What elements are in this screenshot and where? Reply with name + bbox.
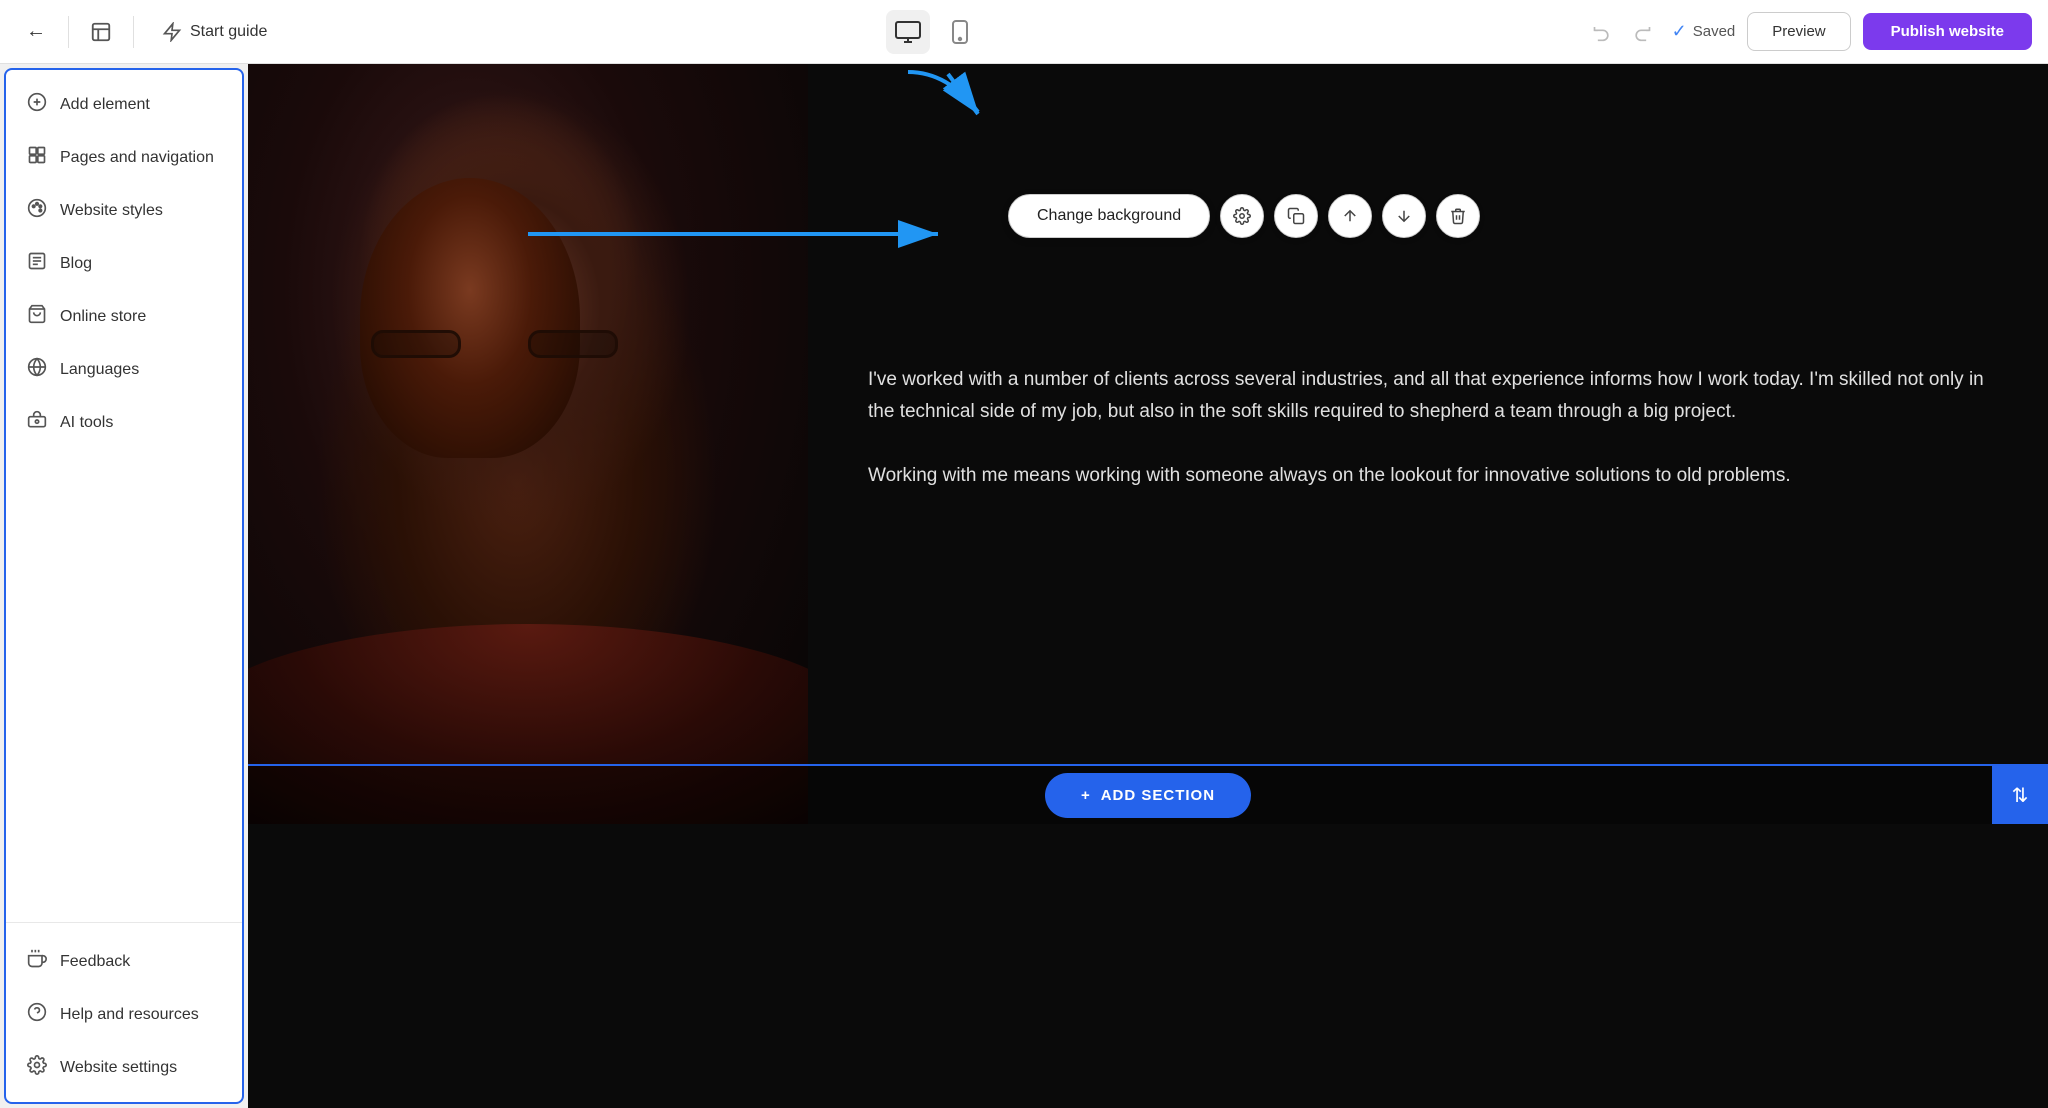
topbar-center — [291, 10, 1575, 54]
scroll-icon: ⇅ — [2012, 783, 2029, 808]
sidebar-bottom: Feedback Help and resources — [6, 922, 242, 1102]
arrow-down-icon — [1395, 207, 1413, 225]
bottom-section — [248, 824, 2048, 1108]
pages-navigation-label: Pages and navigation — [60, 149, 214, 167]
topbar: ← Start guide — [0, 0, 2048, 64]
palette-icon — [26, 198, 48, 223]
hero-text-area: I've worked with a number of clients acr… — [808, 324, 2048, 565]
start-guide-button[interactable]: Start guide — [146, 14, 283, 50]
hero-text-1: I've worked with a number of clients acr… — [868, 364, 1988, 429]
page-canvas: I've worked with a number of clients acr… — [248, 64, 2048, 1108]
desktop-device-button[interactable] — [886, 10, 930, 54]
sidebar-item-feedback[interactable]: Feedback — [6, 935, 242, 988]
start-guide-label: Start guide — [190, 23, 267, 41]
back-icon: ← — [26, 20, 46, 43]
sidebar-item-pages-navigation[interactable]: Pages and navigation — [6, 131, 242, 184]
website-settings-label: Website settings — [60, 1059, 177, 1077]
help-icon — [26, 1002, 48, 1027]
add-section-plus: + — [1081, 787, 1091, 804]
sidebar-item-online-store[interactable]: Online store — [6, 290, 242, 343]
layout-icon-button[interactable] — [81, 12, 121, 52]
online-store-label: Online store — [60, 308, 146, 326]
floating-toolbar: Change background — [1008, 194, 1480, 238]
sidebar-item-blog[interactable]: Blog — [6, 237, 242, 290]
sidebar-item-add-element[interactable]: Add element — [6, 78, 242, 131]
mobile-icon — [952, 20, 968, 44]
hero-section[interactable]: I've worked with a number of clients acr… — [248, 64, 2048, 824]
rocket-icon — [162, 22, 182, 42]
trash-icon — [1449, 207, 1467, 225]
hero-person-photo — [248, 64, 808, 824]
section-settings-button[interactable] — [1220, 194, 1264, 238]
sidebar-item-languages[interactable]: Languages — [6, 343, 242, 396]
add-section-button[interactable]: + ADD SECTION — [1045, 773, 1251, 818]
face-shape — [360, 178, 580, 458]
scroll-indicator: ⇅ — [1992, 766, 2048, 824]
topbar-divider-2 — [133, 16, 134, 48]
plus-circle-icon — [26, 92, 48, 117]
sidebar: Add element Pages and navigation — [4, 68, 244, 1104]
settings-icon — [26, 1055, 48, 1080]
duplicate-section-button[interactable] — [1274, 194, 1318, 238]
main-layout: Add element Pages and navigation — [0, 64, 2048, 1108]
sidebar-nav: Add element Pages and navigation — [6, 70, 242, 922]
desktop-icon — [895, 21, 921, 43]
add-section-bar: + ADD SECTION ⇅ — [248, 764, 2048, 824]
glasses-left — [371, 330, 461, 358]
add-element-label: Add element — [60, 96, 150, 114]
undo-button[interactable] — [1584, 14, 1620, 50]
change-background-button[interactable]: Change background — [1008, 194, 1210, 238]
sidebar-item-website-styles[interactable]: Website styles — [6, 184, 242, 237]
glasses-right — [528, 330, 618, 358]
blog-icon — [26, 251, 48, 276]
help-label: Help and resources — [60, 1006, 199, 1024]
delete-section-button[interactable] — [1436, 194, 1480, 238]
store-icon — [26, 304, 48, 329]
undo-redo-group — [1584, 14, 1660, 50]
publish-button[interactable]: Publish website — [1863, 13, 2032, 50]
topbar-left: ← Start guide — [16, 12, 283, 52]
ai-tools-icon — [26, 410, 48, 435]
blog-label: Blog — [60, 255, 92, 273]
move-down-button[interactable] — [1382, 194, 1426, 238]
arrow-up-icon — [1341, 207, 1359, 225]
preview-label: Preview — [1772, 23, 1825, 40]
redo-button[interactable] — [1624, 14, 1660, 50]
layout-icon — [90, 21, 112, 43]
languages-icon — [26, 357, 48, 382]
undo-icon — [1592, 22, 1612, 42]
feedback-label: Feedback — [60, 953, 130, 971]
saved-check-icon: ✓ — [1672, 21, 1687, 42]
mobile-device-button[interactable] — [938, 10, 982, 54]
gear-icon — [1233, 207, 1251, 225]
pages-icon — [26, 145, 48, 170]
copy-icon — [1287, 207, 1305, 225]
move-up-button[interactable] — [1328, 194, 1372, 238]
topbar-divider-1 — [68, 16, 69, 48]
hero-image-area — [248, 64, 808, 824]
topbar-right: ✓ Saved Preview Publish website — [1584, 12, 2032, 51]
saved-indicator: ✓ Saved — [1672, 21, 1736, 42]
canvas-area: I've worked with a number of clients acr… — [248, 64, 2048, 1108]
sidebar-item-website-settings[interactable]: Website settings — [6, 1041, 242, 1094]
change-bg-label: Change background — [1037, 207, 1181, 224]
ai-tools-label: AI tools — [60, 414, 113, 432]
redo-icon — [1632, 22, 1652, 42]
add-section-label: ADD SECTION — [1101, 787, 1215, 804]
sidebar-item-help[interactable]: Help and resources — [6, 988, 242, 1041]
back-button[interactable]: ← — [16, 12, 56, 52]
feedback-icon — [26, 949, 48, 974]
website-styles-label: Website styles — [60, 202, 163, 220]
hero-text-2: Working with me means working with someo… — [868, 460, 1988, 492]
languages-label: Languages — [60, 361, 139, 379]
saved-label: Saved — [1693, 23, 1736, 40]
publish-label: Publish website — [1891, 23, 2004, 40]
preview-button[interactable]: Preview — [1747, 12, 1850, 51]
sidebar-item-ai-tools[interactable]: AI tools — [6, 396, 242, 449]
